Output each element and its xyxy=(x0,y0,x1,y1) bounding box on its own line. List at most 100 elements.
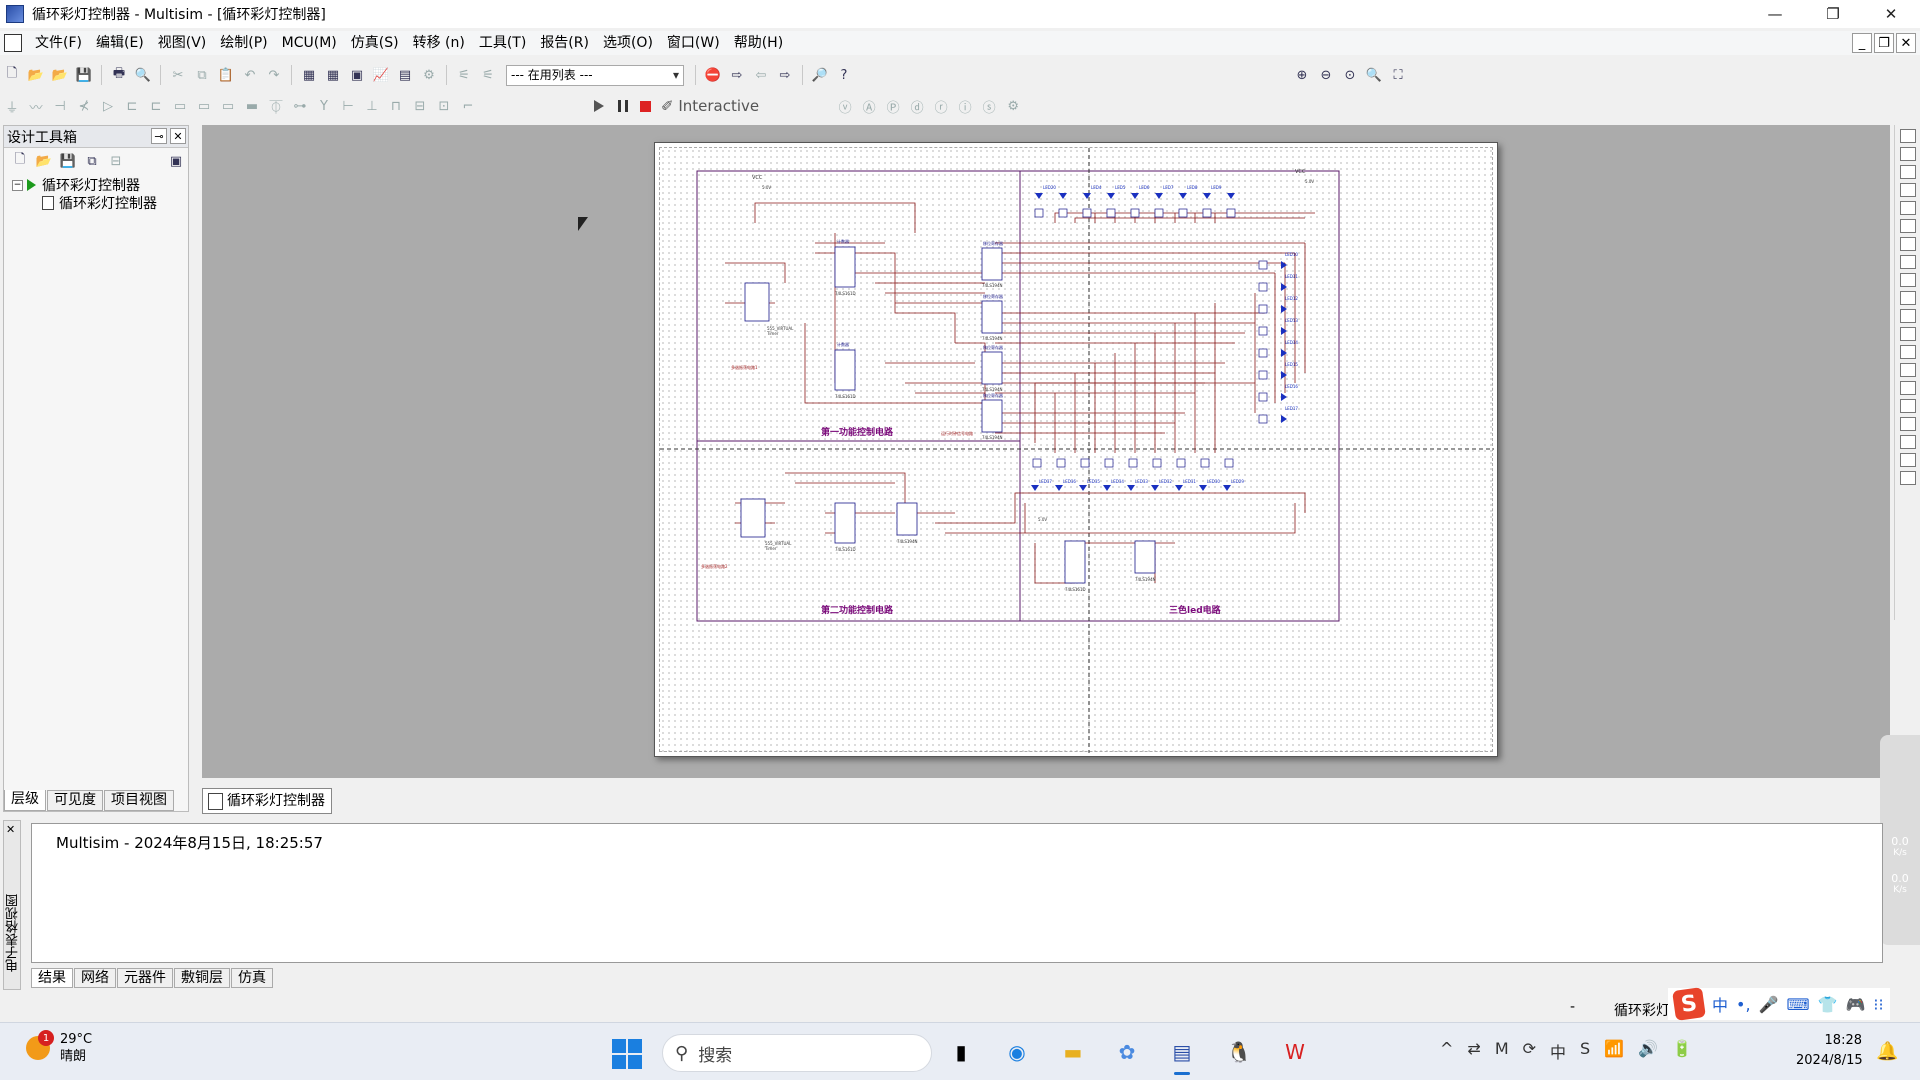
undo-icon[interactable]: ↶ xyxy=(240,65,260,85)
probe-current-icon[interactable]: Ⓐ xyxy=(859,96,879,116)
current-probe-icon[interactable] xyxy=(1899,471,1916,485)
menu-edit[interactable]: 编辑(E) xyxy=(89,31,151,55)
led-icon[interactable] xyxy=(1131,193,1139,199)
counter-chip-1[interactable] xyxy=(834,246,856,288)
connector-icon[interactable]: ⊓ xyxy=(386,96,406,116)
print-icon[interactable]: 🖶 xyxy=(109,65,129,85)
zoom-area-icon[interactable]: ⊙ xyxy=(1340,65,1360,85)
database-manager-icon[interactable]: ▣ xyxy=(347,65,367,85)
pause-simulation-icon[interactable] xyxy=(618,100,628,112)
led-icon[interactable] xyxy=(1079,485,1087,491)
led-icon[interactable] xyxy=(1155,193,1163,199)
agilent-multimeter-icon[interactable] xyxy=(1899,399,1916,413)
probe-ref-icon[interactable]: ⓡ xyxy=(931,96,951,116)
menu-tools[interactable]: 工具(T) xyxy=(472,31,533,55)
led-icon[interactable] xyxy=(1127,485,1135,491)
restore-button[interactable]: ❐ xyxy=(1804,0,1862,28)
close-button[interactable]: ✕ xyxy=(1862,0,1920,28)
and-gate[interactable] xyxy=(1056,458,1066,468)
new-file-icon[interactable]: 🗋 xyxy=(2,65,22,85)
ime-skin-icon[interactable]: 👕 xyxy=(1818,995,1838,1014)
tektronix-scope-icon[interactable] xyxy=(1899,435,1916,449)
led-icon[interactable] xyxy=(1281,327,1287,335)
and-gate[interactable] xyxy=(1058,208,1068,218)
and-gate[interactable] xyxy=(1106,208,1116,218)
open-sample-icon[interactable]: 📂 xyxy=(50,65,70,85)
tab-hierarchy[interactable]: 层级 xyxy=(4,790,46,811)
toolbox-pin-icon[interactable]: ⊸ xyxy=(151,128,167,144)
led-icon[interactable] xyxy=(1031,485,1039,491)
led-icon[interactable] xyxy=(1179,193,1187,199)
analog-component-icon[interactable]: ▷ xyxy=(98,96,118,116)
led-icon[interactable] xyxy=(1035,193,1043,199)
logic-converter-icon[interactable] xyxy=(1899,273,1916,287)
four-channel-scope-icon[interactable] xyxy=(1899,201,1916,215)
probe-spectrum-icon[interactable]: ⓢ xyxy=(979,96,999,116)
electromechanical-icon[interactable]: ⊢ xyxy=(338,96,358,116)
results-area[interactable]: Multisim - 2024年8月15日, 18:25:57 xyxy=(31,823,1883,963)
tree-root-row[interactable]: − 循环彩灯控制器 xyxy=(12,176,188,194)
led-icon[interactable] xyxy=(1227,193,1235,199)
open-folder-icon[interactable]: 📂 xyxy=(26,65,46,85)
taskbar-clock[interactable]: 18:28 2024/8/15 xyxy=(1796,1031,1863,1071)
diode-component-icon[interactable]: ⊣ xyxy=(50,96,70,116)
menu-reports[interactable]: 报告(R) xyxy=(533,31,596,55)
probe-settings-icon[interactable]: ⚙ xyxy=(1003,96,1023,116)
photos-app-icon[interactable]: ✿ xyxy=(1110,1035,1144,1069)
toolbox-close-icon[interactable]: ✕ xyxy=(170,128,186,144)
tab-simulation[interactable]: 仿真 xyxy=(231,968,273,988)
shift-register-5[interactable] xyxy=(896,502,918,536)
led-icon[interactable] xyxy=(1281,393,1287,401)
rf-component-icon[interactable]: Y xyxy=(314,96,334,116)
tab-visibility[interactable]: 可见度 xyxy=(47,790,103,811)
schematic-workspace[interactable]: VCC 5.0V VCC 5.0V 5.0V 555_VIRTUAL Timer… xyxy=(202,125,1890,778)
run-simulation-icon[interactable] xyxy=(594,100,604,112)
in-use-list-combo[interactable]: --- 在用列表 --- xyxy=(506,64,684,86)
spectrum-analyzer-icon[interactable] xyxy=(1899,345,1916,359)
remove-project-icon[interactable]: ⊟ xyxy=(106,151,126,171)
wifi-icon[interactable]: 📶 xyxy=(1604,1039,1624,1063)
and-gate[interactable] xyxy=(1080,458,1090,468)
labview-icon[interactable] xyxy=(1899,453,1916,467)
probe-digital-icon[interactable]: ⓘ xyxy=(955,96,975,116)
distortion-analyzer-icon[interactable] xyxy=(1899,327,1916,341)
document-icon[interactable] xyxy=(4,34,22,52)
and-gate[interactable] xyxy=(1258,414,1268,424)
collapse-icon[interactable]: − xyxy=(12,179,23,191)
menu-help[interactable]: 帮助(H) xyxy=(727,31,790,55)
iv-analyzer-icon[interactable] xyxy=(1899,309,1916,323)
copy-icon[interactable]: ⧉ xyxy=(192,65,212,85)
ime-chinese-mode[interactable]: 中 xyxy=(1712,992,1728,1016)
tab-nets[interactable]: 网络 xyxy=(74,968,116,988)
toggle-design-toolbox-icon[interactable]: ▦ xyxy=(299,65,319,85)
and-gate[interactable] xyxy=(1258,304,1268,314)
counter-chip-3[interactable] xyxy=(834,502,856,544)
interactive-mode-label[interactable]: ✐ Interactive xyxy=(661,97,759,115)
print-preview-icon[interactable]: 🔍 xyxy=(133,65,153,85)
probe-voltage-icon[interactable]: ⓥ xyxy=(835,96,855,116)
taskbar-search[interactable]: ⚲ 搜索 xyxy=(662,1034,932,1072)
indicator-component-icon[interactable]: ▭ xyxy=(218,96,238,116)
ime-game-icon[interactable]: 🎮 xyxy=(1845,995,1865,1014)
volume-icon[interactable]: 🔊 xyxy=(1638,1039,1658,1063)
tray-sogou-icon[interactable]: S xyxy=(1580,1039,1590,1063)
and-gate[interactable] xyxy=(1154,208,1164,218)
back-annotate-icon[interactable]: ⇦ xyxy=(751,65,771,85)
component-wizard-icon[interactable]: ⚟ xyxy=(454,65,474,85)
transistor-component-icon[interactable]: ⊀ xyxy=(74,96,94,116)
panel-close-icon[interactable]: ✕ xyxy=(6,823,15,836)
wattmeter-icon[interactable] xyxy=(1899,165,1916,179)
menu-simulate[interactable]: 仿真(S) xyxy=(344,31,406,55)
misc-digital-icon[interactable]: ▭ xyxy=(170,96,190,116)
multimeter-icon[interactable] xyxy=(1899,129,1916,143)
source-component-icon[interactable]: ⏚ xyxy=(2,96,22,116)
shift-register-1[interactable] xyxy=(981,247,1003,281)
and-gate[interactable] xyxy=(1258,326,1268,336)
led-icon[interactable] xyxy=(1055,485,1063,491)
menu-file[interactable]: 文件(F) xyxy=(28,31,89,55)
and-gate[interactable] xyxy=(1032,458,1042,468)
full-screen-icon[interactable]: ⛶ xyxy=(1388,65,1408,85)
led-icon[interactable] xyxy=(1281,349,1287,357)
and-gate[interactable] xyxy=(1226,208,1236,218)
and-gate[interactable] xyxy=(1152,458,1162,468)
